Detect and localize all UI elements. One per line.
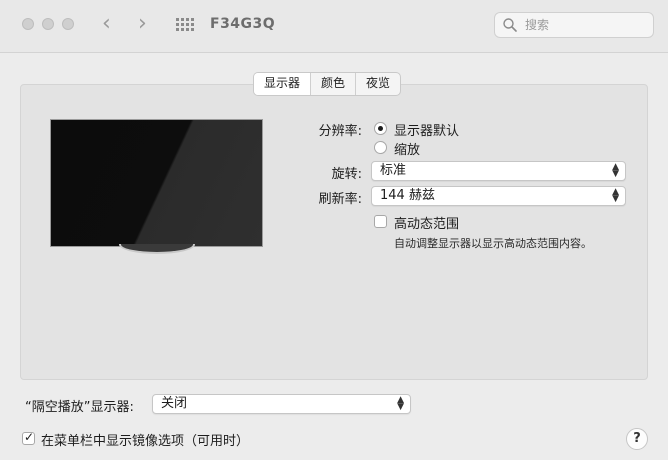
updown-chevron-icon: ▲ ▼ <box>612 162 619 179</box>
chevron-right-icon[interactable]: › <box>138 12 147 36</box>
title-bar: ‹ › F34G3Q <box>0 0 668 53</box>
help-button[interactable]: ? <box>626 428 648 450</box>
mirror-option-label: 在菜单栏中显示镜像选项（可用时） <box>41 434 250 449</box>
grid-icon[interactable] <box>176 18 194 32</box>
refresh-rate-label: 刷新率: <box>318 192 362 207</box>
resolution-label: 分辨率: <box>318 124 362 139</box>
search-icon <box>503 18 517 32</box>
tab-display[interactable]: 显示器 <box>254 73 312 95</box>
refresh-rate-select[interactable]: 144 赫兹 ▲ ▼ <box>371 186 626 206</box>
minimize-window-button[interactable] <box>42 18 54 30</box>
resolution-default-radio[interactable] <box>374 122 387 135</box>
search-input[interactable] <box>525 16 645 34</box>
hdr-checkbox[interactable] <box>374 215 387 228</box>
updown-chevron-icon: ▲ ▼ <box>397 395 404 412</box>
zoom-window-button[interactable] <box>62 18 74 30</box>
search-field[interactable] <box>494 12 654 38</box>
airplay-value: 关闭 <box>161 396 188 411</box>
tab-bar: 显示器 颜色 夜览 <box>253 72 402 96</box>
tab-night-shift[interactable]: 夜览 <box>356 73 400 95</box>
chevron-left-icon[interactable]: ‹ <box>102 12 111 36</box>
window-title: F34G3Q <box>210 16 276 32</box>
refresh-rate-value: 144 赫兹 <box>380 188 435 203</box>
resolution-scaled-radio[interactable] <box>374 141 387 154</box>
close-window-button[interactable] <box>22 18 34 30</box>
rotation-select[interactable]: 标准 ▲ ▼ <box>371 161 626 181</box>
resolution-scaled-label: 缩放 <box>394 143 421 158</box>
tab-color[interactable]: 颜色 <box>311 73 357 95</box>
airplay-label: “隔空播放”显示器: <box>25 400 134 415</box>
rotation-label: 旋转: <box>331 167 362 182</box>
hdr-note: 自动调整显示器以显示高动态范围内容。 <box>394 237 592 250</box>
updown-chevron-icon: ▲ ▼ <box>612 187 619 204</box>
hdr-label: 高动态范围 <box>394 217 460 232</box>
monitor-preview <box>50 119 263 247</box>
resolution-default-label: 显示器默认 <box>394 124 460 139</box>
rotation-value: 标准 <box>380 163 407 178</box>
airplay-select[interactable]: 关闭 ▲ ▼ <box>152 394 411 414</box>
mirror-option-checkbox[interactable] <box>22 430 35 445</box>
